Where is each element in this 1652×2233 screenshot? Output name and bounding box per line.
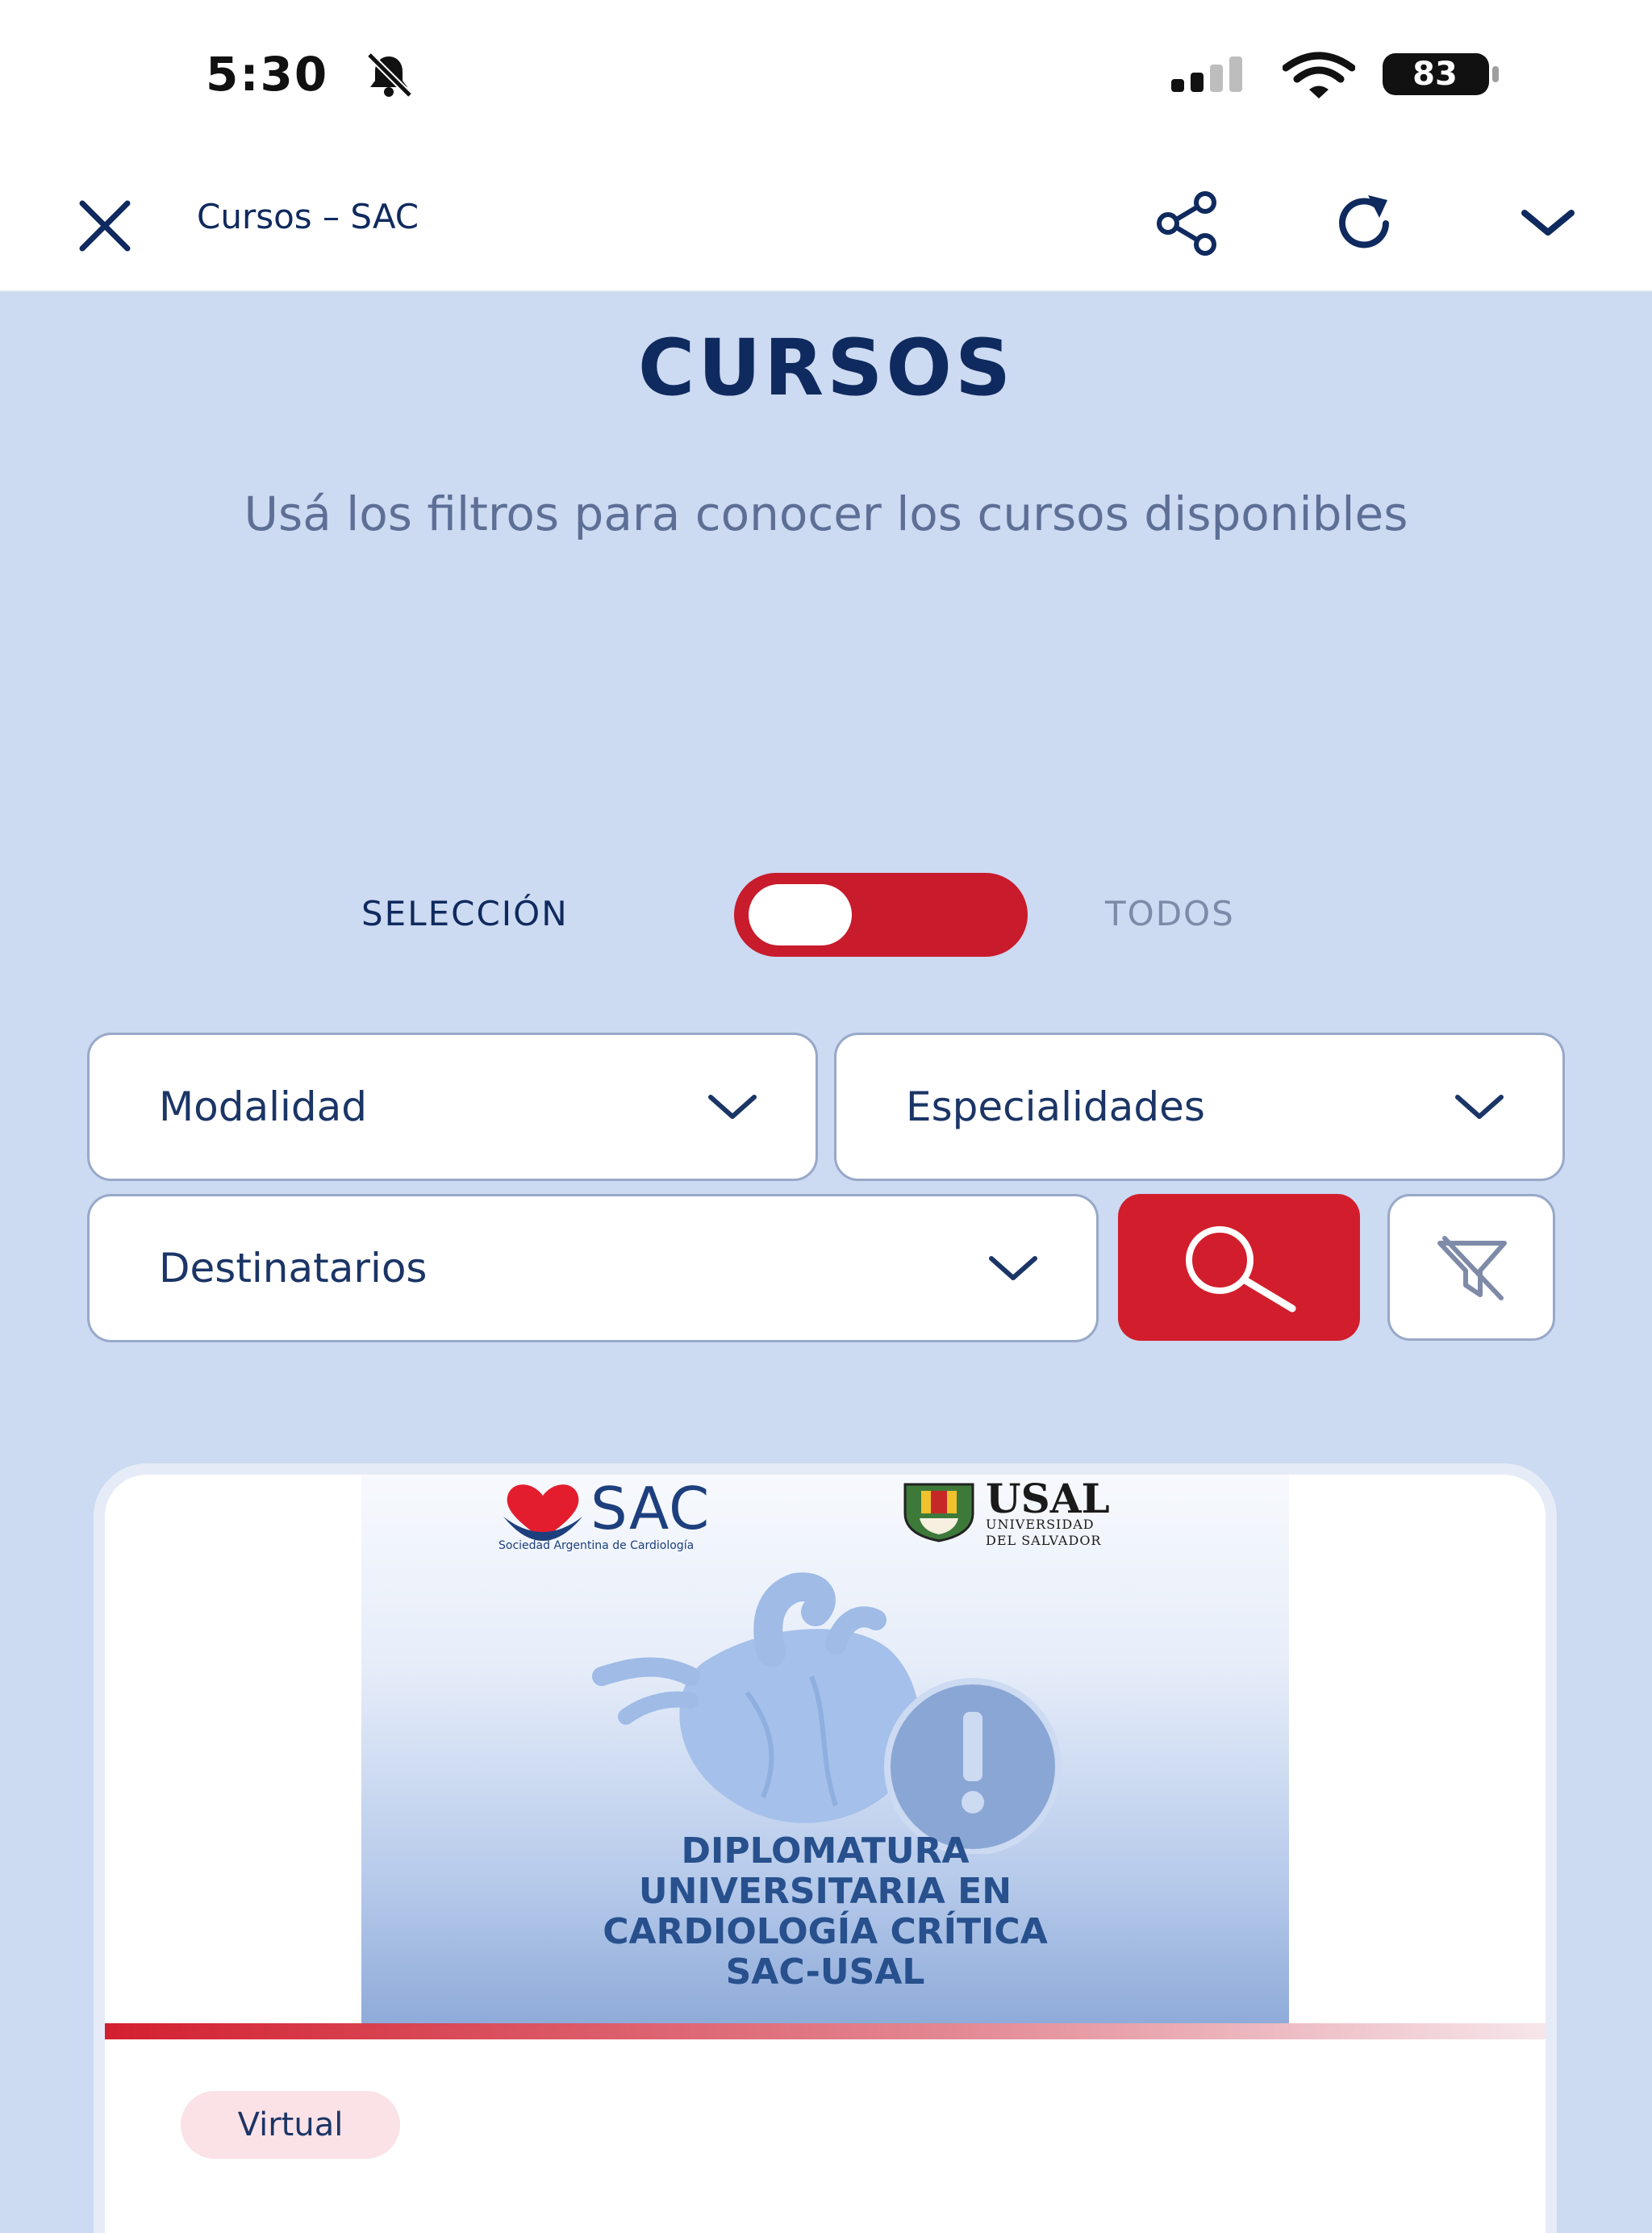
modality-tag: Virtual [181, 2091, 400, 2159]
signal-icon [1171, 56, 1242, 92]
search-button[interactable] [1118, 1194, 1360, 1341]
destinatarios-select[interactable]: Destinatarios [87, 1194, 1099, 1342]
status-time: 5:30 [206, 47, 329, 102]
chevron-down-icon[interactable] [1513, 189, 1583, 258]
course-title: DIPLOMATURA UNIVERSITARIA EN CARDIOLOGÍA… [361, 1831, 1289, 1993]
page-subtitle: Usá los filtros para conocer los cursos … [244, 486, 1408, 541]
bell-muted-icon [366, 52, 413, 98]
course-title-line: UNIVERSITARIA EN [638, 1871, 1012, 1912]
course-card[interactable]: SAC Sociedad Argentina de Cardiología US… [105, 1475, 1546, 2233]
filter-off-icon [1437, 1236, 1507, 1300]
close-icon[interactable] [73, 194, 137, 258]
sac-logo-text: SAC [590, 1475, 711, 1542]
status-bar: 5:30 83 [0, 0, 1652, 145]
chevron-down-icon [1455, 1095, 1504, 1119]
chevron-down-icon [989, 1256, 1037, 1280]
battery-level: 83 [1412, 56, 1458, 93]
usal-crest-icon [903, 1483, 974, 1542]
usal-logo-subtext-1: UNIVERSIDAD [986, 1517, 1095, 1532]
usal-logo-subtext-2: DEL SALVADOR [986, 1533, 1102, 1548]
chevron-down-icon [708, 1095, 757, 1119]
page-title: CURSOS [637, 323, 1015, 413]
seleccion-todos-toggle[interactable] [734, 873, 1028, 957]
usal-logo-text: USAL [986, 1475, 1110, 1522]
sac-logo: SAC Sociedad Argentina de Cardiología [499, 1475, 757, 1559]
destinatarios-label: Destinatarios [159, 1245, 428, 1292]
share-icon[interactable] [1152, 189, 1221, 258]
sac-logo-subtext: Sociedad Argentina de Cardiología [499, 1539, 695, 1552]
course-banner: SAC Sociedad Argentina de Cardiología US… [361, 1475, 1289, 2023]
search-icon [1186, 1226, 1296, 1313]
battery-indicator: 83 [1381, 52, 1500, 97]
toggle-label-seleccion[interactable]: SELECCIÓN [361, 894, 569, 933]
modalidad-label: Modalidad [159, 1083, 368, 1130]
toggle-knob [749, 884, 852, 945]
clear-filters-button[interactable] [1387, 1194, 1555, 1341]
wifi-icon [1283, 52, 1355, 98]
nav-title: Cursos – SAC [197, 197, 419, 236]
course-title-line: DIPLOMATURA [681, 1830, 970, 1872]
course-title-line: CARDIOLOGÍA CRÍTICA [603, 1911, 1048, 1952]
card-accent-stripe [105, 2023, 1546, 2039]
heart-illustration [592, 1572, 1062, 1854]
reload-icon[interactable] [1329, 189, 1399, 258]
usal-logo: USAL UNIVERSIDAD DEL SALVADOR [899, 1475, 1157, 1551]
modalidad-select[interactable]: Modalidad [87, 1033, 818, 1181]
especialidades-select[interactable]: Especialidades [834, 1033, 1565, 1181]
course-title-line: SAC-USAL [725, 1951, 925, 1993]
especialidades-label: Especialidades [906, 1083, 1205, 1130]
toggle-label-todos[interactable]: TODOS [1105, 894, 1235, 933]
